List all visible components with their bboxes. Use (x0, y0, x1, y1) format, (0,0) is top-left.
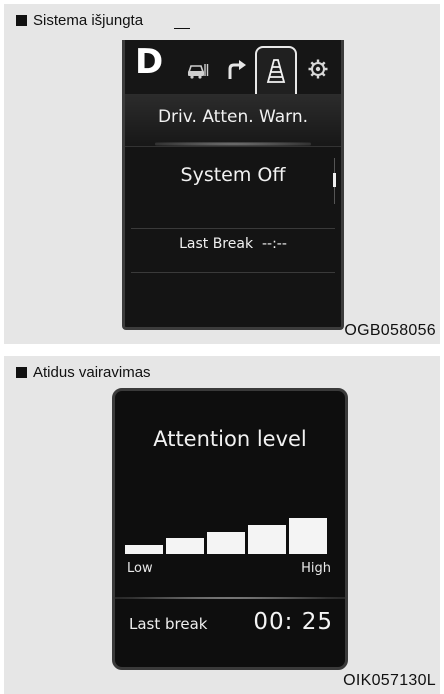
gear-icon[interactable] (307, 58, 331, 80)
system-off-panel: Sistema išjungta D Driv. Atten. Warn. Sy… (4, 4, 440, 344)
attention-title: Attention level (153, 427, 307, 451)
menu-title: Driv. Atten. Warn. (125, 94, 341, 147)
caption-rule (174, 28, 190, 29)
caption-text: Atidus vairavimas (33, 364, 151, 381)
high-label: High (301, 561, 331, 576)
divider (131, 272, 335, 273)
tab-bar: D (125, 40, 341, 94)
last-break-label: Last break (129, 615, 208, 633)
figure-code: OGB058056 (344, 322, 436, 339)
last-break-readout: Last Break --:-- (179, 236, 287, 252)
level-segment (166, 538, 204, 554)
level-segment (289, 518, 327, 554)
level-segment (125, 545, 163, 554)
last-break-time: 00: 25 (253, 609, 333, 635)
panel-caption: Atidus vairavimas (16, 364, 151, 381)
lane-road-icon[interactable] (255, 46, 297, 94)
divider (115, 597, 345, 599)
level-segment (248, 524, 286, 554)
caption-bullet (16, 367, 27, 378)
panel-caption: Sistema išjungta (16, 12, 143, 29)
car-distance-icon[interactable] (185, 58, 209, 80)
cluster-display: D Driv. Atten. Warn. System Off Last Bre… (122, 40, 344, 330)
divider (131, 228, 335, 229)
system-status[interactable]: System Off (125, 164, 341, 186)
caption-bullet (16, 15, 27, 26)
scrollbar[interactable] (333, 158, 336, 204)
caption-text: Sistema išjungta (33, 12, 144, 29)
attentive-driving-panel: Atidus vairavimas Attention level Low Hi… (4, 356, 440, 694)
gear-indicator: D (135, 42, 164, 82)
level-segment (207, 531, 245, 554)
attention-level-meter (125, 518, 329, 554)
attention-display: Attention level Low High Last break 00: … (112, 388, 348, 670)
scrollbar-thumb[interactable] (333, 173, 336, 187)
low-label: Low (127, 561, 153, 576)
figure-code: OIK057130L (343, 672, 436, 689)
title-highlight (155, 142, 311, 146)
turn-arrow-icon[interactable] (225, 58, 249, 80)
